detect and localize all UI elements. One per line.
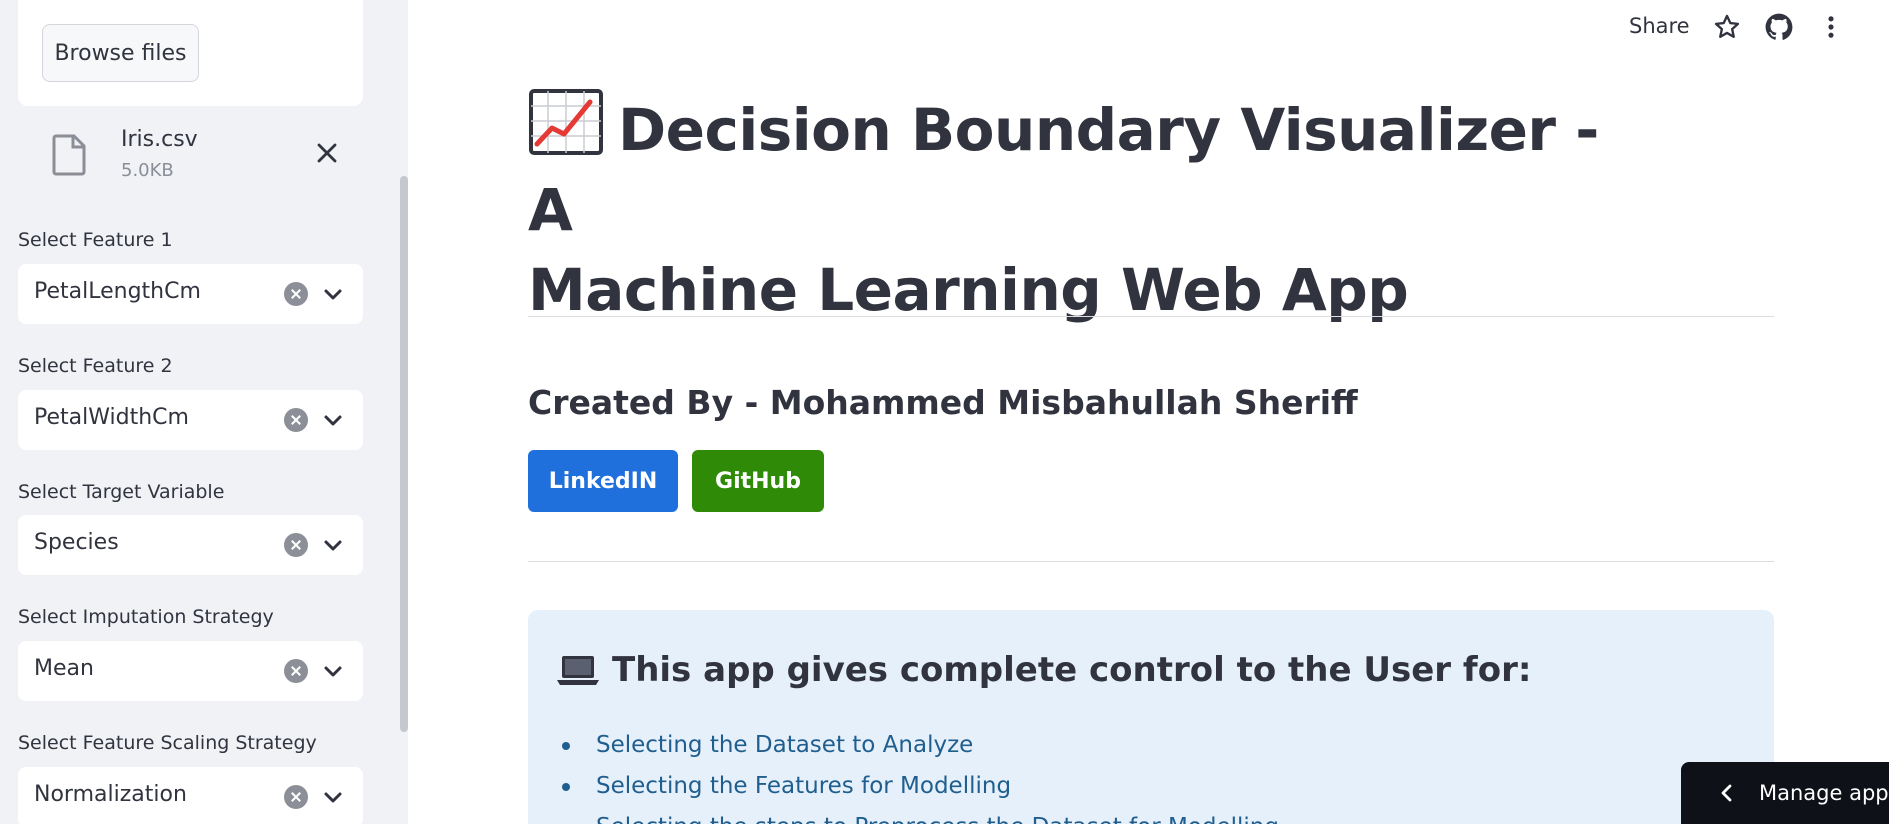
- created-by-heading: Created By - Mohammed Misbahullah Sherif…: [528, 383, 1358, 422]
- chevron-down-icon[interactable]: [322, 283, 344, 305]
- info-box: This app gives complete control to the U…: [528, 610, 1774, 824]
- linkedin-button[interactable]: LinkedIN: [528, 450, 678, 512]
- select-value: PetalLengthCm: [34, 279, 201, 304]
- title-line-2: Machine Learning Web App: [528, 256, 1409, 324]
- file-icon: [52, 134, 86, 176]
- select-target-variable[interactable]: Species: [18, 515, 363, 575]
- share-button[interactable]: Share: [1629, 14, 1690, 38]
- select-value: Normalization: [34, 782, 187, 807]
- file-uploader: Browse files: [18, 0, 363, 106]
- info-heading: This app gives complete control to the U…: [556, 650, 1531, 690]
- manage-app-label: Manage app: [1759, 781, 1889, 805]
- list-item: Selecting the Features for Modelling: [556, 766, 1279, 807]
- info-heading-text: This app gives complete control to the U…: [612, 650, 1532, 690]
- chevron-down-icon[interactable]: [322, 534, 344, 556]
- field-label-feature-1: Select Feature 1: [18, 229, 173, 251]
- clear-icon[interactable]: [284, 408, 308, 432]
- select-value: Species: [34, 530, 119, 555]
- field-label-feature-2: Select Feature 2: [18, 355, 173, 377]
- clear-icon[interactable]: [284, 282, 308, 306]
- select-feature-scaling[interactable]: Normalization: [18, 767, 363, 824]
- field-label-target-variable: Select Target Variable: [18, 481, 225, 503]
- list-item: Selecting the steps to Preprocess the Da…: [556, 807, 1279, 824]
- sidebar-scrollbar[interactable]: [400, 176, 408, 732]
- chevron-down-icon[interactable]: [322, 409, 344, 431]
- title-line-1: Decision Boundary Visualizer - A: [528, 96, 1599, 244]
- select-value: PetalWidthCm: [34, 405, 189, 430]
- top-toolbar: Share: [1629, 0, 1889, 54]
- github-icon[interactable]: [1765, 13, 1793, 41]
- browse-files-button[interactable]: Browse files: [42, 24, 199, 82]
- more-vertical-icon[interactable]: [1817, 13, 1845, 41]
- chevron-down-icon[interactable]: [322, 786, 344, 808]
- manage-app-button[interactable]: Manage app: [1681, 762, 1889, 824]
- field-label-feature-scaling: Select Feature Scaling Strategy: [18, 732, 317, 754]
- field-label-imputation-strategy: Select Imputation Strategy: [18, 606, 274, 628]
- divider: [528, 561, 1774, 562]
- clear-icon[interactable]: [284, 533, 308, 557]
- select-value: Mean: [34, 656, 94, 681]
- remove-file-icon[interactable]: [312, 138, 342, 168]
- select-imputation-strategy[interactable]: Mean: [18, 641, 363, 701]
- select-feature-1[interactable]: PetalLengthCm: [18, 264, 363, 324]
- list-item: Selecting the Dataset to Analyze: [556, 725, 1279, 766]
- star-icon[interactable]: [1713, 13, 1741, 41]
- uploaded-file-row: Iris.csv 5.0KB: [18, 118, 363, 192]
- file-size: 5.0KB: [121, 160, 174, 181]
- clear-icon[interactable]: [284, 659, 308, 683]
- chevron-down-icon[interactable]: [322, 660, 344, 682]
- sidebar: Browse files Iris.csv 5.0KB Select Featu…: [0, 0, 408, 824]
- main-content: Share Decision Boundary Visualizer - A Ma…: [408, 0, 1889, 824]
- feature-list: Selecting the Dataset to Analyze Selecti…: [556, 725, 1279, 824]
- chevron-left-icon: [1721, 784, 1732, 802]
- clear-icon[interactable]: [284, 785, 308, 809]
- divider: [528, 316, 1774, 317]
- select-feature-2[interactable]: PetalWidthCm: [18, 390, 363, 450]
- page-title: Decision Boundary Visualizer - A Machine …: [528, 88, 1628, 330]
- file-name: Iris.csv: [121, 127, 198, 152]
- chart-increasing-icon: [529, 89, 603, 155]
- laptop-icon: [557, 656, 599, 685]
- github-button[interactable]: GitHub: [692, 450, 824, 512]
